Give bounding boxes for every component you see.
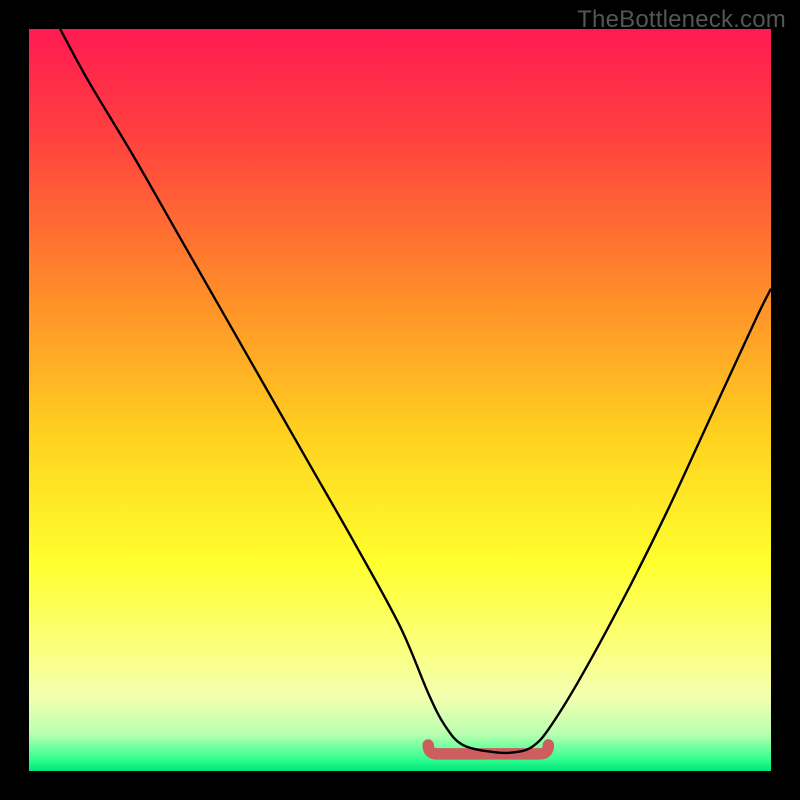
plot-area — [29, 29, 771, 771]
watermark-text: TheBottleneck.com — [577, 6, 786, 34]
bottleneck-curve — [29, 29, 771, 771]
chart-frame: TheBottleneck.com — [0, 0, 800, 800]
